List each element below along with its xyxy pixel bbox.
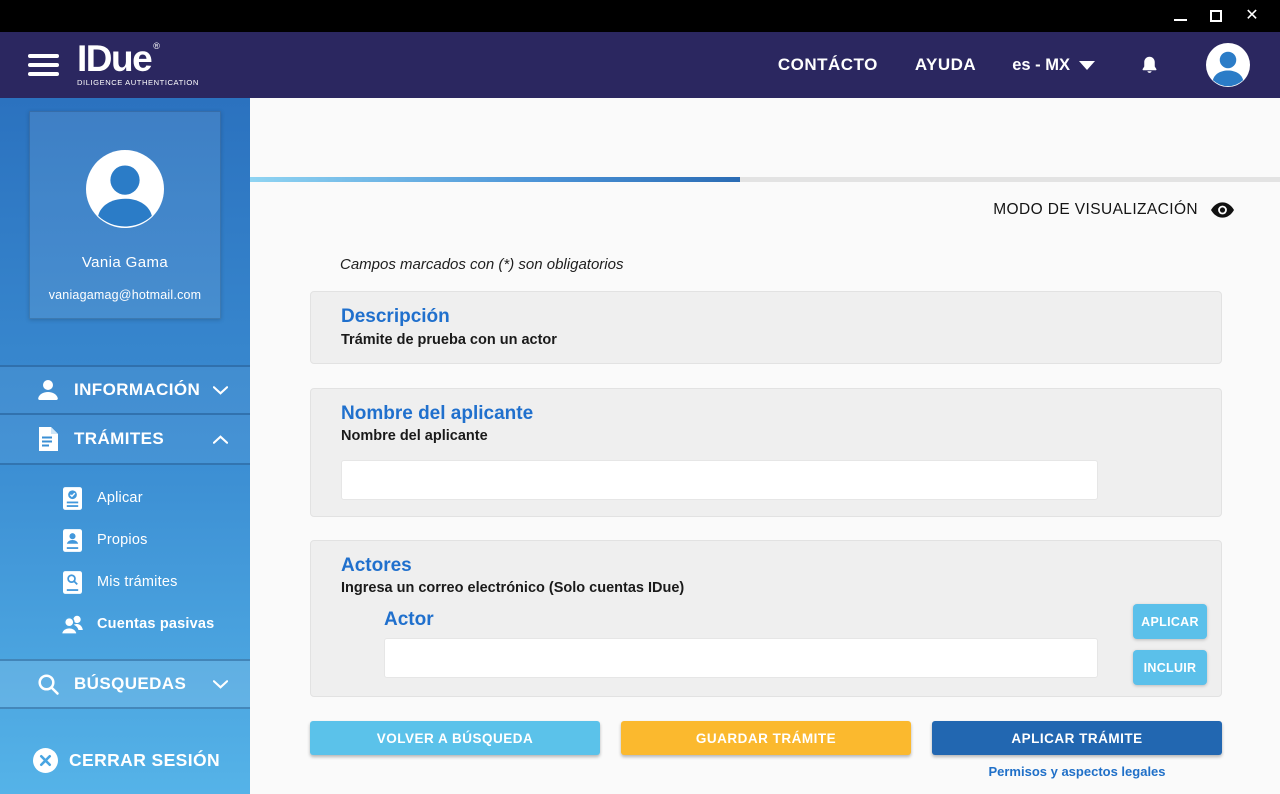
logo-text: IDue	[77, 43, 151, 74]
help-link[interactable]: AYUDA	[915, 55, 976, 75]
sidebar-item-label: Cuentas pasivas	[97, 616, 214, 632]
hamburger-menu-button[interactable]	[28, 54, 59, 76]
chevron-up-icon	[213, 435, 228, 444]
close-icon: ✕	[1245, 8, 1258, 24]
minimize-icon	[1174, 19, 1187, 21]
section-nombre-aplicante: Nombre del aplicante Nombre del aplicant…	[310, 388, 1222, 517]
registered-mark: ®	[153, 41, 160, 51]
guardar-tramite-button[interactable]: GUARDAR TRÁMITE	[621, 721, 911, 755]
section-title: Descripción	[341, 306, 1191, 328]
search-icon	[36, 672, 60, 696]
sidebar-item-label: TRÁMITES	[74, 429, 213, 449]
actor-label: Actor	[384, 609, 1191, 631]
person-icon	[36, 378, 60, 402]
profile-name: Vania Gama	[82, 254, 168, 271]
sidebar-item-mis-tramites[interactable]: Mis trámites	[0, 561, 250, 603]
user-menu-button[interactable]	[1206, 43, 1250, 87]
permisos-legales-link[interactable]: Permisos y aspectos legales	[988, 764, 1165, 779]
actores-subtitle: Ingresa un correo electrónico (Solo cuen…	[341, 580, 1191, 596]
top-navbar: IDue ® DILIGENCE AUTHENTICATION CONTÁCTO…	[0, 32, 1280, 98]
sidebar-item-tramites[interactable]: TRÁMITES	[0, 415, 250, 465]
field-label: Nombre del aplicante	[341, 428, 1191, 444]
sidebar-item-informacion[interactable]: INFORMACIÓN	[0, 365, 250, 415]
aplicar-tramite-button[interactable]: APLICAR TRÁMITE	[932, 721, 1222, 755]
people-icon	[60, 613, 84, 635]
chevron-down-icon	[213, 680, 228, 689]
section-title: Actores	[341, 555, 1191, 577]
sidebar-item-label: BÚSQUEDAS	[74, 674, 213, 694]
contact-link[interactable]: CONTÁCTO	[778, 55, 878, 75]
section-title: Nombre del aplicante	[341, 403, 1191, 425]
nombre-aplicante-input[interactable]	[341, 460, 1098, 500]
sidebar-item-cuentas-pasivas[interactable]: Cuentas pasivas	[0, 603, 250, 645]
aplicar-actor-button[interactable]: APLICAR	[1133, 604, 1207, 639]
section-actores: Actores Ingresa un correo electrónico (S…	[310, 540, 1222, 697]
sidebar-item-propios[interactable]: Propios	[0, 519, 250, 561]
close-button[interactable]: ✕	[1234, 0, 1270, 32]
caret-down-icon	[1079, 61, 1095, 70]
sidebar-item-label: Propios	[97, 532, 148, 548]
language-selector[interactable]: es - MX	[1012, 56, 1095, 75]
minimize-button[interactable]	[1162, 0, 1198, 32]
volver-busqueda-button[interactable]: VOLVER A BÚSQUEDA	[310, 721, 600, 755]
main-content: MODO DE VISUALIZACIÓN Campos marcados co…	[250, 98, 1280, 794]
profile-email: vaniagamag@hotmail.com	[49, 288, 202, 302]
logout-button[interactable]: CERRAR SESIÓN	[0, 737, 250, 783]
sidebar-item-busquedas[interactable]: BÚSQUEDAS	[0, 659, 250, 709]
logo-subtitle: DILIGENCE AUTHENTICATION	[77, 78, 199, 87]
legal-row: Permisos y aspectos legales	[310, 763, 1222, 781]
sidebar-item-label: INFORMACIÓN	[74, 380, 213, 400]
footer-actions: VOLVER A BÚSQUEDA GUARDAR TRÁMITE APLICA…	[310, 721, 1222, 755]
close-circle-icon	[33, 748, 58, 773]
incluir-actor-button[interactable]: INCLUIR	[1133, 650, 1207, 685]
hamburger-icon	[28, 54, 59, 58]
required-fields-note: Campos marcados con (*) son obligatorios	[340, 256, 1280, 273]
logout-label: CERRAR SESIÓN	[69, 750, 220, 771]
document-search-icon	[63, 571, 82, 594]
sidebar: Vania Gama vaniagamag@hotmail.com INFORM…	[0, 98, 250, 794]
profile-card: Vania Gama vaniagamag@hotmail.com	[29, 111, 221, 319]
descripcion-text: Trámite de prueba con un actor	[341, 332, 1191, 348]
language-label: es - MX	[1012, 56, 1070, 75]
document-person-icon	[63, 529, 82, 552]
user-avatar-icon	[1206, 43, 1250, 87]
bell-icon	[1139, 54, 1160, 77]
document-check-icon	[63, 487, 82, 510]
app-logo[interactable]: IDue ® DILIGENCE AUTHENTICATION	[77, 43, 199, 86]
maximize-button[interactable]	[1198, 0, 1234, 32]
maximize-icon	[1210, 10, 1222, 22]
sidebar-item-label: Aplicar	[97, 490, 143, 506]
avatar	[86, 150, 164, 228]
window-titlebar: ✕	[0, 0, 1280, 32]
sidebar-item-aplicar[interactable]: Aplicar	[0, 477, 250, 519]
sidebar-item-label: Mis trámites	[97, 574, 178, 590]
tramites-submenu: Aplicar Propios	[0, 465, 250, 659]
sidebar-menu: INFORMACIÓN TRÁMITES	[0, 365, 250, 783]
chevron-down-icon	[213, 386, 228, 395]
document-icon	[37, 427, 58, 451]
section-descripcion: Descripción Trámite de prueba con un act…	[310, 291, 1222, 364]
notifications-button[interactable]	[1139, 54, 1160, 77]
actor-email-input[interactable]	[384, 638, 1098, 678]
